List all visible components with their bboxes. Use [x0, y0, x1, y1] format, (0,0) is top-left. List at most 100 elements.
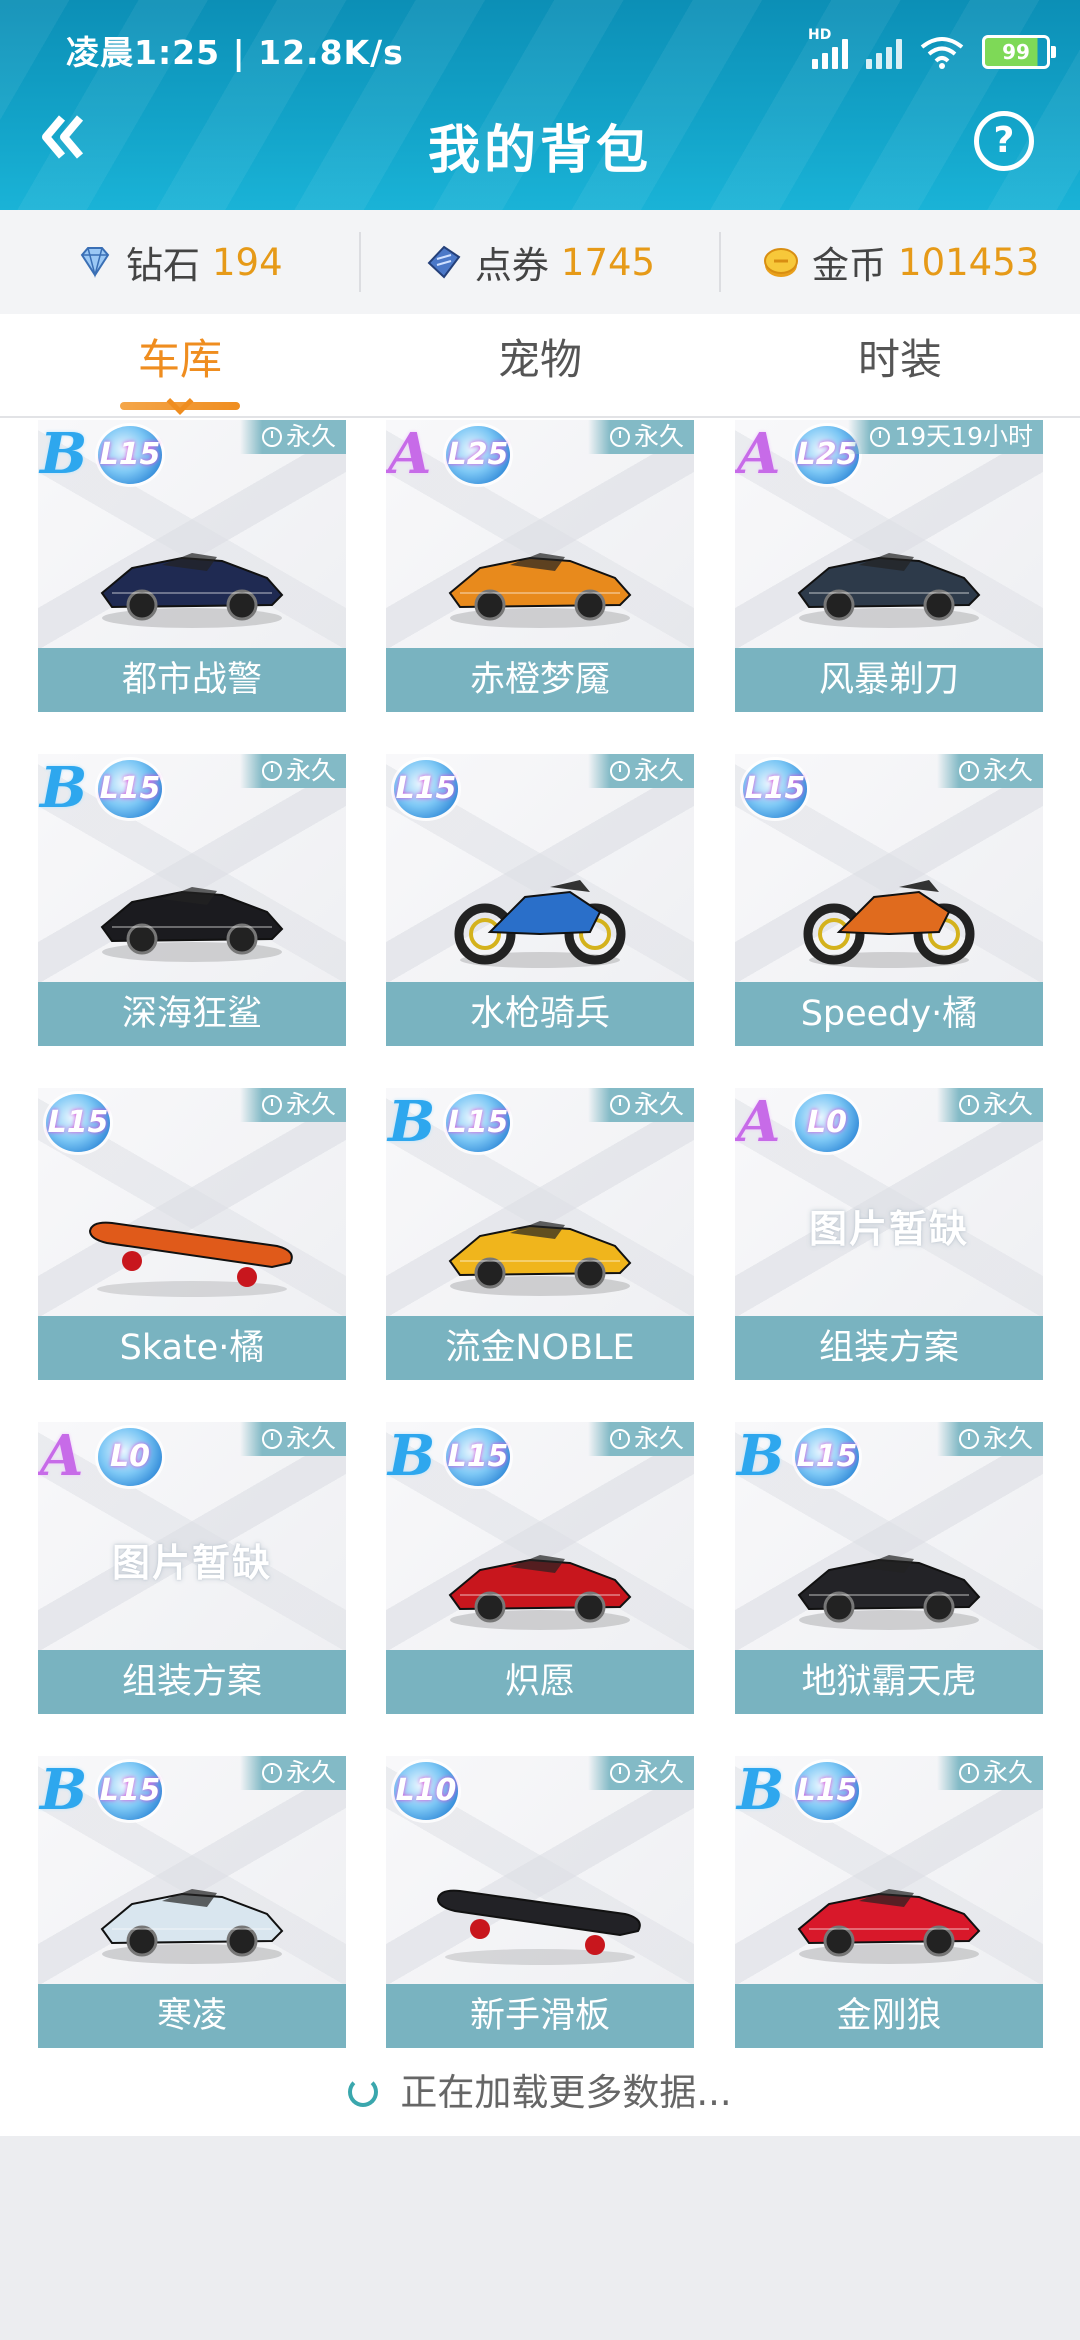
level-number: 0 [129, 1439, 150, 1474]
vehicle-card[interactable]: L15 永久 Skate·橘 [38, 1088, 346, 1380]
duration-text: 永久 [982, 1424, 1033, 1453]
level-value: L [47, 1105, 67, 1140]
status-bar: 凌晨1:25 | 12.8K/s HD 99 [0, 18, 1080, 88]
level-value: L [447, 1105, 467, 1140]
duration-tag: 永久 [936, 1756, 1043, 1790]
vehicle-card[interactable]: B L15 永久 金刚狼 [735, 1756, 1043, 2048]
level-number: 25 [466, 437, 509, 472]
rank-badge: B [388, 1423, 436, 1489]
vehicle-name: 新手滑板 [386, 1984, 694, 2048]
page-title: 我的背包 [427, 121, 652, 181]
skateboard-icon [82, 1191, 302, 1305]
vehicle-name: 地狱霸天虎 [735, 1650, 1043, 1714]
hd-label: HD [808, 27, 832, 43]
vehicle-card[interactable]: B L15 永久 地狱霸天虎 [735, 1422, 1043, 1714]
level-badge: L15 [795, 1762, 859, 1820]
vehicle-card[interactable]: A L25 永久 赤橙梦魇 [386, 420, 694, 712]
level-number: 15 [815, 1773, 858, 1808]
duration-tag: 永久 [239, 1088, 346, 1122]
duration-text: 永久 [285, 422, 336, 451]
clock-icon [609, 1763, 630, 1783]
tab-bar: 车库 宠物 时装 [0, 314, 1080, 418]
rank-badge: A [737, 1089, 781, 1155]
vehicle-name: 赤橙梦魇 [386, 648, 694, 712]
level-badge: L15 [795, 1428, 859, 1486]
vehicle-card[interactable]: A L0 永久 图片暂缺 组装方案 [38, 1422, 346, 1714]
duration-tag: 永久 [936, 1422, 1043, 1456]
car-icon [440, 523, 640, 637]
vehicle-card[interactable]: L10 永久 新手滑板 [386, 1756, 694, 2048]
duration-tag: 永久 [239, 1756, 346, 1790]
tab-pets[interactable]: 宠物 [360, 314, 720, 416]
duration-tag: 永久 [587, 1422, 694, 1456]
level-badge: L25 [446, 426, 510, 484]
clock-icon [609, 427, 630, 447]
clock-icon [958, 1095, 979, 1115]
level-badge: L10 [394, 1762, 458, 1820]
duration-text: 永久 [285, 1090, 336, 1119]
duration-text: 永久 [633, 1424, 684, 1453]
level-number: 10 [414, 1773, 457, 1808]
level-value: L [99, 1773, 119, 1808]
clock-icon [261, 1763, 282, 1783]
level-number: 15 [118, 1773, 161, 1808]
item-grid-area[interactable]: B L15 永久 都市战警 A L25 永久 赤橙梦魇 A L25 19天19小时 风暴剃刀 B L… [0, 418, 1080, 2136]
clock-icon [958, 1429, 979, 1449]
help-button[interactable]: ? [974, 111, 1034, 171]
clock-icon [609, 1429, 630, 1449]
level-number: 15 [466, 1439, 509, 1474]
vehicle-card[interactable]: A L0 永久 图片暂缺 组装方案 [735, 1088, 1043, 1380]
car-icon [92, 857, 292, 971]
clock-icon [261, 1429, 282, 1449]
vehicle-name: Speedy·橘 [735, 982, 1043, 1046]
vehicle-name: 流金NOBLE [386, 1316, 694, 1380]
car-icon [92, 1859, 292, 1973]
vehicle-card[interactable]: A L25 19天19小时 风暴剃刀 [735, 420, 1043, 712]
level-badge: L15 [98, 1762, 162, 1820]
currency-bar: 钻石 194 点券 1745 金币 101453 [0, 210, 1080, 315]
currency-diamond: 钻石 194 [0, 232, 359, 292]
currency-coin: 金币 101453 [719, 232, 1080, 292]
vehicle-card[interactable]: B L15 永久 寒凌 [38, 1756, 346, 2048]
clock-icon [958, 1763, 979, 1783]
vehicle-card[interactable]: B L15 永久 都市战警 [38, 420, 346, 712]
rank-badge: B [40, 1757, 88, 1823]
level-value: L [796, 1439, 816, 1474]
level-number: 15 [414, 771, 457, 806]
no-image-placeholder: 图片暂缺 [808, 1207, 969, 1251]
level-value: L [807, 1105, 827, 1140]
duration-text: 永久 [982, 756, 1033, 785]
vehicle-card[interactable]: B L15 永久 深海狂鲨 [38, 754, 346, 1046]
duration-text: 永久 [285, 756, 336, 785]
level-value: L [99, 771, 119, 806]
level-number: 0 [826, 1105, 847, 1140]
vehicle-card[interactable]: B L15 永久 炽愿 [386, 1422, 694, 1714]
vehicle-card[interactable]: B L15 永久 流金NOBLE [386, 1088, 694, 1380]
skateboard-icon [430, 1859, 650, 1973]
currency-coupon: 点券 1745 [358, 232, 720, 292]
currency-label: 点券 [474, 244, 549, 287]
duration-tag: 永久 [587, 1088, 694, 1122]
duration-tag: 19天19小时 [848, 420, 1043, 454]
vehicle-card[interactable]: L15 永久 水枪骑兵 [386, 754, 694, 1046]
motorcycle-icon [440, 852, 640, 976]
duration-text: 永久 [633, 1758, 684, 1787]
tab-garage[interactable]: 车库 [0, 314, 360, 416]
car-icon [440, 1525, 640, 1639]
level-badge: L15 [446, 1428, 510, 1486]
duration-tag: 永久 [936, 1088, 1043, 1122]
rank-badge: A [388, 421, 432, 487]
rank-badge: B [40, 755, 88, 821]
duration-text: 永久 [633, 1090, 684, 1119]
level-value: L [796, 1773, 816, 1808]
vehicle-card[interactable]: L15 永久 Speedy·橘 [735, 754, 1043, 1046]
duration-text: 永久 [982, 1090, 1033, 1119]
car-icon [92, 523, 292, 637]
tab-fashion[interactable]: 时装 [720, 314, 1080, 416]
rank-badge: A [737, 421, 781, 487]
status-time: 凌晨1:25 | 12.8K/s [66, 33, 404, 72]
level-value: L [744, 771, 764, 806]
question-icon: ? [993, 120, 1015, 161]
duration-text: 永久 [633, 422, 684, 451]
rank-badge: B [737, 1757, 785, 1823]
